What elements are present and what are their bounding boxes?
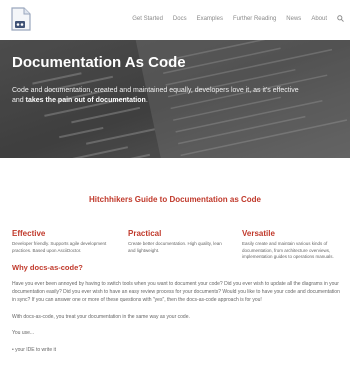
- nav-news[interactable]: News: [286, 15, 301, 25]
- why-heading: Why docs-as-code?: [12, 263, 83, 272]
- nav-further-reading[interactable]: Further Reading: [233, 15, 276, 25]
- nav-about[interactable]: About: [311, 15, 327, 25]
- why-paragraph-3: You use...: [12, 330, 35, 336]
- top-navbar: Get Started Docs Examples Further Readin…: [0, 0, 350, 40]
- why-paragraph-2: With docs-as-code, you treat your docume…: [12, 314, 190, 320]
- feature-text: Easily create and maintain various kinds…: [242, 241, 334, 259]
- features-row: Effective Developer friendly. Supports a…: [12, 229, 344, 265]
- feature-effective: Effective Developer friendly. Supports a…: [12, 229, 110, 254]
- search-icon[interactable]: [337, 15, 344, 25]
- feature-title: Versatile: [242, 229, 275, 238]
- feature-versatile: Versatile Easily create and maintain var…: [242, 229, 346, 261]
- feature-text: Create better documentation. High qualit…: [128, 241, 222, 253]
- feature-title: Effective: [12, 229, 46, 238]
- hero-banner: Documentation As Code Code and documenta…: [0, 40, 350, 158]
- hero-title: Documentation As Code: [12, 54, 186, 71]
- guide-title: Hitchhikers Guide to Documentation as Co…: [88, 195, 262, 204]
- nav-get-started[interactable]: Get Started: [132, 15, 163, 25]
- feature-practical: Practical Create better documentation. H…: [128, 229, 224, 254]
- nav-menu: Get Started Docs Examples Further Readin…: [122, 15, 344, 25]
- hero-lede: Code and documentation, created and main…: [12, 86, 312, 106]
- hero-lede-emphasis: takes the pain out of documentation: [25, 97, 146, 104]
- feature-title: Practical: [128, 229, 162, 238]
- why-paragraph-1: Have you ever been annoyed by having to …: [12, 281, 340, 303]
- nav-docs[interactable]: Docs: [173, 15, 187, 25]
- why-list-item: • your IDE to write it: [12, 347, 56, 353]
- logo-icon[interactable]: [10, 7, 32, 31]
- hero-lede-end: .: [145, 97, 148, 104]
- nav-examples[interactable]: Examples: [197, 15, 223, 25]
- feature-text: Developer friendly. Supports agile devel…: [12, 241, 107, 253]
